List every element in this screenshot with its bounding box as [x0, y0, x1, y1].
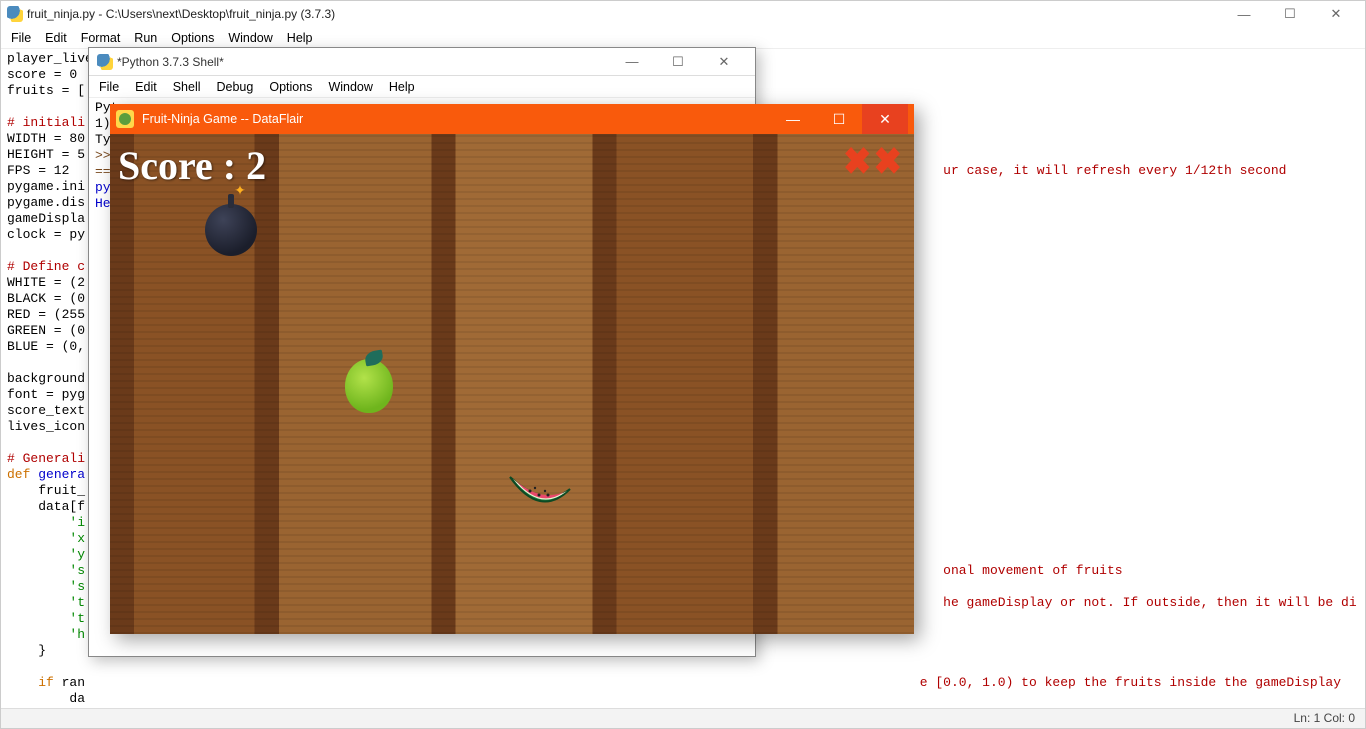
menu-debug[interactable]: Debug — [217, 80, 254, 94]
idle-menubar: File Edit Format Run Options Window Help — [1, 27, 1365, 49]
close-button[interactable]: ✕ — [862, 104, 908, 134]
game-icon — [116, 110, 134, 128]
menu-file[interactable]: File — [99, 80, 119, 94]
game-window-controls: — ☐ ✕ — [770, 104, 908, 134]
game-title: Fruit-Ninja Game -- DataFlair — [142, 112, 303, 126]
menu-edit[interactable]: Edit — [45, 31, 67, 45]
shell-title: *Python 3.7.3 Shell* — [117, 55, 224, 69]
menu-file[interactable]: File — [11, 31, 31, 45]
guava-object[interactable] — [345, 359, 393, 413]
close-button[interactable]: ✕ — [1313, 1, 1359, 27]
maximize-button[interactable]: ☐ — [655, 49, 701, 75]
shell-menubar: File Edit Shell Debug Options Window Hel… — [89, 76, 755, 98]
game-canvas[interactable]: Score : 2 ✖ ✖ — [110, 134, 914, 634]
python-icon — [7, 6, 23, 22]
score-value: 2 — [246, 143, 266, 188]
close-button[interactable]: ✕ — [701, 49, 747, 75]
menu-options[interactable]: Options — [171, 31, 214, 45]
score-label: Score : — [118, 143, 246, 188]
shell-window-controls: — ☐ ✕ — [609, 49, 747, 75]
pygame-window: Fruit-Ninja Game -- DataFlair — ☐ ✕ Scor… — [110, 104, 914, 634]
python-icon — [97, 54, 113, 70]
idle-titlebar[interactable]: fruit_ninja.py - C:\Users\next\Desktop\f… — [1, 1, 1365, 27]
life-lost-icon: ✖ — [843, 140, 872, 184]
minimize-button[interactable]: — — [609, 49, 655, 75]
game-titlebar[interactable]: Fruit-Ninja Game -- DataFlair — ☐ ✕ — [110, 104, 914, 134]
idle-title: fruit_ninja.py - C:\Users\next\Desktop\f… — [27, 7, 335, 21]
minimize-button[interactable]: — — [770, 104, 816, 134]
menu-format[interactable]: Format — [81, 31, 121, 45]
window-controls: — ☐ ✕ — [1221, 1, 1359, 27]
menu-options[interactable]: Options — [269, 80, 312, 94]
idle-statusbar: Ln: 1 Col: 0 — [1, 708, 1365, 728]
lives-display: ✖ ✖ — [843, 142, 902, 182]
bomb-object[interactable] — [205, 204, 257, 256]
menu-help[interactable]: Help — [287, 31, 313, 45]
menu-shell[interactable]: Shell — [173, 80, 201, 94]
menu-edit[interactable]: Edit — [135, 80, 157, 94]
menu-window[interactable]: Window — [328, 80, 372, 94]
shell-titlebar[interactable]: *Python 3.7.3 Shell* — ☐ ✕ — [89, 48, 755, 76]
menu-window[interactable]: Window — [228, 31, 272, 45]
menu-run[interactable]: Run — [134, 31, 157, 45]
menu-help[interactable]: Help — [389, 80, 415, 94]
life-lost-icon: ✖ — [874, 140, 903, 184]
minimize-button[interactable]: — — [1221, 1, 1267, 27]
watermelon-object[interactable] — [505, 469, 575, 513]
maximize-button[interactable]: ☐ — [816, 104, 862, 134]
maximize-button[interactable]: ☐ — [1267, 1, 1313, 27]
